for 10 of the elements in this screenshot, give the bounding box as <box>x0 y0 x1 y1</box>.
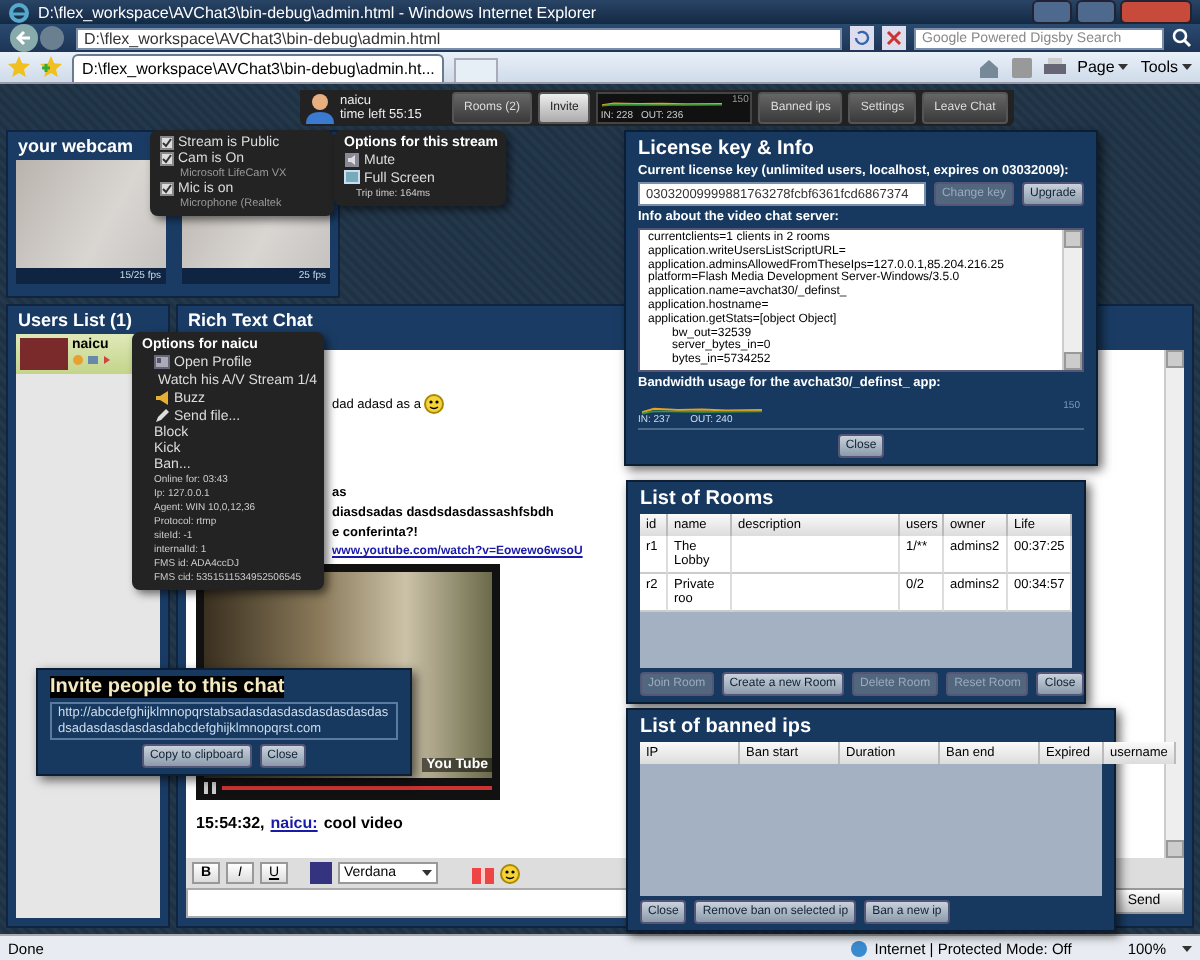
dialog-title: License key & Info <box>638 138 816 160</box>
panel-title: Rich Text Chat <box>186 308 315 334</box>
dialog-title: List of banned ips <box>640 716 814 738</box>
window-title: D:\flex_workspace\AVChat3\bin-debug\admin.html - Windows Internet Explorer <box>38 3 597 21</box>
chat-message: cool video <box>323 814 403 832</box>
dialog-title: Invite people to this chat <box>50 676 285 698</box>
panel-title: your webcam <box>16 134 136 160</box>
panel-title: Users List (1) <box>16 308 135 334</box>
dialog-title: List of Rooms <box>640 488 776 510</box>
message-time: 15:54:32, <box>196 814 265 832</box>
